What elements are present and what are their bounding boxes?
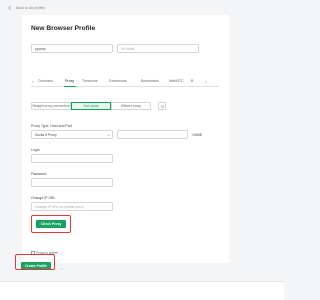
tab-bookmarks[interactable]: Bookmarks	[141, 79, 159, 83]
back-link[interactable]: Back to all profiles	[7, 5, 45, 11]
page-title: New Browser Profile	[31, 25, 96, 32]
chevron-down-icon	[107, 134, 110, 136]
proxy-type-label: Proxy Type, Host and Port	[31, 124, 72, 128]
change-ip-input[interactable]: Change IP URL for mobile proxy	[31, 202, 113, 211]
password-input[interactable]	[31, 178, 113, 187]
create-profile-highlight	[15, 254, 55, 270]
password-label: Password	[31, 172, 47, 176]
chevron-left-icon	[31, 80, 34, 83]
proxy-mode-your-proxy[interactable]: Your proxy	[71, 102, 111, 110]
login-label: Login	[31, 148, 40, 152]
tab-proxy[interactable]: Proxy	[65, 79, 74, 83]
profile-name-input[interactable]: pypnay	[31, 44, 113, 53]
proxy-type-value: Socks 5 Proxy	[35, 133, 57, 137]
proxy-type-select[interactable]: Socks 5 Proxy	[31, 130, 113, 139]
proxy-mode-without[interactable]: Without proxy	[111, 102, 151, 110]
proxy-host-input[interactable]	[117, 130, 188, 139]
proxy-mode-straight[interactable]: Straight proxy connection	[31, 102, 71, 110]
proxy-settings-button[interactable]	[158, 102, 166, 110]
check-proxy-highlight	[31, 215, 71, 233]
tabs-prev-arrow[interactable]	[30, 77, 35, 86]
tabs-next-arrow[interactable]	[203, 77, 208, 86]
chevron-right-icon	[204, 80, 207, 83]
tab-more[interactable]: B	[191, 79, 193, 83]
folder-select[interactable]: No folder	[117, 44, 199, 53]
back-label: Back to all profiles	[16, 6, 46, 10]
change-ip-label: Change IP URL	[31, 196, 56, 200]
login-input[interactable]	[31, 154, 113, 163]
tab-timezone[interactable]: Timezone	[82, 79, 98, 83]
arrow-left-icon	[8, 5, 11, 11]
tab-webrtc[interactable]: WebRTC	[169, 79, 184, 83]
profile-tabs: Overview Proxy Timezone Extensions Bookm…	[31, 77, 219, 87]
proxy-port-value[interactable]: 10658	[192, 133, 202, 137]
tab-overview[interactable]: Overview	[38, 79, 53, 83]
active-tab-indicator	[64, 85, 76, 87]
gear-icon	[160, 104, 164, 108]
footer-bar	[0, 281, 284, 300]
tab-extensions[interactable]: Extensions	[109, 79, 127, 83]
